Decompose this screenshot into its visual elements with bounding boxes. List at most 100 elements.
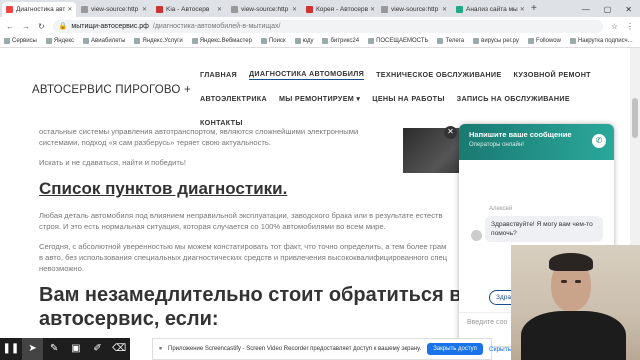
- hide-notice-button[interactable]: Скрыть: [489, 346, 511, 353]
- stop-sharing-button[interactable]: Закрыть доступ: [427, 343, 483, 355]
- bookmark-label: Яндекс.Услуги: [142, 38, 183, 44]
- tab-label: view-source:http: [391, 6, 439, 13]
- url-path: /диагностика-автомобилей-в-мытищах/: [152, 22, 281, 30]
- camera-icon[interactable]: ▣: [65, 338, 87, 360]
- notice-text: Приложение Screencastify - Screen Video …: [168, 346, 422, 352]
- browser-tab-3[interactable]: Kia - Автосерв ✕: [152, 2, 226, 17]
- close-tab-icon[interactable]: ✕: [65, 6, 72, 13]
- webcam-eye: [575, 280, 581, 283]
- close-tab-icon[interactable]: ✕: [368, 6, 375, 13]
- bookmark[interactable]: юду: [294, 38, 314, 44]
- edit-icon[interactable]: ✐: [87, 338, 109, 360]
- forward-icon[interactable]: →: [22, 22, 30, 31]
- favicon-icon: [381, 6, 388, 13]
- bookmark[interactable]: Авиабилеты: [83, 38, 125, 44]
- tab-label: Kia - Автосерв: [166, 6, 210, 13]
- bookmark[interactable]: Яндекс.Услуги: [134, 38, 183, 44]
- bookmark-label: Авиабилеты: [91, 38, 126, 44]
- bookmark[interactable]: Накрутка подписч...: [569, 38, 633, 44]
- favicon-icon: [81, 6, 88, 13]
- bookmark-label: Сервисы: [12, 38, 37, 44]
- browser-tab-5[interactable]: Корея - Автосерв ✕: [302, 2, 376, 17]
- favicon-icon: [306, 6, 313, 13]
- browser-tab-6[interactable]: view-source:http ✕: [377, 2, 451, 17]
- browser-tab-2[interactable]: view-source:http ✕: [77, 2, 151, 17]
- paragraph: невозможно.: [39, 264, 84, 273]
- chat-header: Напишите ваше сообщение Операторы онлайн…: [459, 124, 614, 160]
- bookmark-label: Followow: [535, 38, 561, 44]
- favicon-icon: [6, 6, 13, 13]
- address-row: ← → ↻ 🔒 мытищи-автосервис.рф/диагностика…: [0, 17, 640, 35]
- address-bar[interactable]: 🔒 мытищи-автосервис.рф/диагностика-автом…: [52, 19, 603, 33]
- nav-item-bodywork[interactable]: КУЗОВНОЙ РЕМОНТ: [513, 70, 590, 79]
- nav-item-maintenance[interactable]: ТЕХНИЧЕСКОЕ ОБСЛУЖИВАНИЕ: [376, 70, 501, 79]
- bookmark-icon: [437, 38, 444, 44]
- bookmark[interactable]: Сервисы: [4, 38, 37, 44]
- new-tab-button[interactable]: +: [531, 2, 537, 17]
- close-tab-icon[interactable]: ✕: [290, 6, 297, 13]
- paragraph: строя. И это есть нормальная ситуация, к…: [39, 222, 386, 231]
- browser-tab-7[interactable]: Анализ сайта мы ✕: [452, 2, 526, 17]
- menu-icon[interactable]: ⋮: [626, 22, 634, 31]
- tab-label: view-source:http: [241, 6, 289, 13]
- tab-label: Корея - Автосерв: [316, 6, 369, 13]
- bookmark-icon: [260, 38, 267, 44]
- pen-icon[interactable]: ✎: [43, 338, 65, 360]
- chat-close-icon[interactable]: ✕: [444, 126, 457, 139]
- eraser-icon[interactable]: ⌫: [108, 338, 130, 360]
- browser-tab-4[interactable]: view-source:http ✕: [227, 2, 301, 17]
- bookmark-icon: [527, 38, 534, 44]
- close-tab-icon[interactable]: ✕: [215, 6, 222, 13]
- star-icon[interactable]: ☆: [611, 22, 618, 31]
- bookmark-label: юду: [302, 38, 314, 44]
- chat-title: Напишите ваше сообщение: [469, 130, 572, 139]
- close-tab-icon[interactable]: ✕: [140, 6, 147, 13]
- nav-item-diagnostics[interactable]: ДИАГНОСТИКА АВТОМОБИЛЯ: [248, 69, 365, 80]
- site-logo[interactable]: АВТОСЕРВИС ПИРОГОВО +: [32, 84, 191, 96]
- chat-message: Здравствуйте! Я могу вам чем-то помочь?: [485, 216, 603, 242]
- nav-item-home[interactable]: ГЛАВНАЯ: [200, 70, 237, 79]
- back-icon[interactable]: ←: [6, 22, 14, 31]
- bookmark[interactable]: Поиск: [260, 38, 286, 44]
- recorder-bar: ❚❚ ➤ ✎ ▣ ✐ ⌫ ⏸ Приложение Screencastify …: [0, 338, 640, 360]
- maximize-icon[interactable]: ▢: [604, 5, 612, 14]
- minimize-icon[interactable]: —: [582, 5, 590, 14]
- bookmark[interactable]: ПОСЕЩАЕМОСТЬ: [368, 38, 428, 44]
- url-domain: мытищи-автосервис.рф: [71, 22, 149, 30]
- bookmark[interactable]: вирусы рег.ру: [473, 38, 519, 44]
- favicon-icon: [231, 6, 238, 13]
- bookmark-label: Телега: [445, 38, 465, 44]
- close-tab-icon[interactable]: ✕: [518, 6, 525, 13]
- section-heading: Список пунктов диагностики.: [39, 179, 288, 198]
- browser-tab-1[interactable]: Диагностика авт ✕: [2, 2, 76, 17]
- bookmark[interactable]: битрикс24: [322, 38, 359, 44]
- bookmark-label: Яндекс.Вебмастер: [199, 38, 252, 44]
- agent-name: Алексей: [489, 206, 513, 212]
- bookmark-label: битрикс24: [330, 38, 360, 44]
- nav-item-contacts[interactable]: КОНТАКТЫ: [200, 118, 243, 127]
- phone-icon[interactable]: ✆: [592, 134, 606, 148]
- bookmark[interactable]: Яндекс: [45, 38, 74, 44]
- bookmark[interactable]: Followow: [527, 38, 561, 44]
- reload-icon[interactable]: ↻: [38, 22, 45, 31]
- favicon-icon: [456, 6, 463, 13]
- close-tab-icon[interactable]: ✕: [440, 6, 447, 13]
- nav-item-prices[interactable]: ЦЕНЫ НА РАБОТЫ: [372, 94, 444, 103]
- cursor-icon[interactable]: ➤: [21, 338, 44, 360]
- webcam-eye: [561, 280, 567, 283]
- pause-icon[interactable]: ❚❚: [0, 338, 22, 360]
- paragraph: системами, подход «я сам разберусь» теря…: [39, 138, 271, 147]
- close-window-icon[interactable]: ✕: [625, 5, 632, 14]
- site-header: АВТОСЕРВИС ПИРОГОВО + ГЛАВНАЯ ДИАГНОСТИК…: [0, 48, 630, 128]
- nav-item-electrics[interactable]: АВТОЭЛЕКТРИКА: [200, 94, 267, 103]
- bookmark-label: вирусы рег.ру: [481, 38, 519, 44]
- screen-share-notice: ⏸ Приложение Screencastify - Screen Vide…: [152, 338, 511, 360]
- scrollbar-thumb[interactable]: [632, 98, 638, 138]
- lock-icon: 🔒: [58, 23, 68, 30]
- bookmark-label: ПОСЕЩАЕМОСТЬ: [376, 38, 429, 44]
- bookmark-icon: [569, 38, 576, 44]
- nav-item-booking[interactable]: ЗАПИСЬ НА ОБСЛУЖИВАНИЕ: [457, 94, 570, 103]
- bookmark[interactable]: Телега: [437, 38, 464, 44]
- bookmark[interactable]: Яндекс.Вебмастер: [191, 38, 252, 44]
- nav-item-we-repair[interactable]: МЫ РЕМОНТИРУЕМ ▾: [279, 94, 360, 103]
